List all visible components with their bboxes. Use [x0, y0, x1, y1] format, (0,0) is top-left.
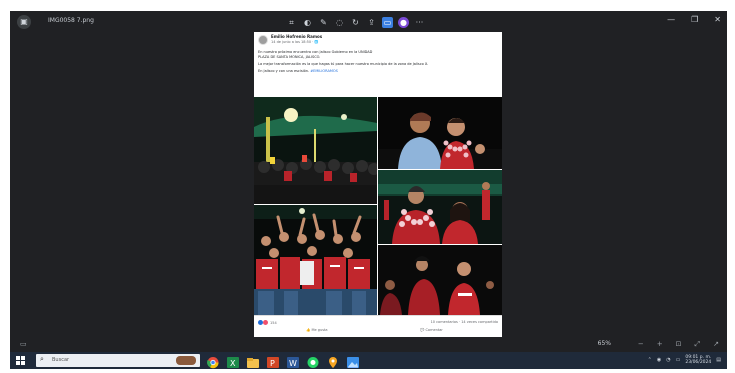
system-tray: ⌃ ◉ ◔ ▭ 09:01 p. m. 23/06/2024 ▤: [648, 355, 721, 365]
volume-icon[interactable]: ◔: [666, 357, 670, 363]
photo-night-group: [378, 245, 502, 315]
paint-icon[interactable]: ●: [398, 16, 409, 28]
zoom-in-icon[interactable]: +: [657, 340, 663, 349]
title-bar: ▣ IMG0058 7.png ⌗ ◐ ✎ ◌ ↻ ⇪ ▭ ● ··· — ❐ …: [10, 11, 727, 33]
svg-text:W: W: [289, 359, 297, 368]
post-header: Emilio Hofrenio Ramos 14 de junio a las …: [258, 34, 498, 46]
maps-icon[interactable]: [326, 354, 340, 368]
photos-app-taskbar-icon[interactable]: [346, 354, 360, 368]
crop-icon[interactable]: ⌗: [286, 17, 297, 28]
post-line: En nuestro próximo encuentro con Jalisco…: [258, 50, 373, 54]
window-controls: — ❐ ✕: [667, 15, 721, 24]
like-label: Me gusta: [311, 328, 328, 332]
windows-start-icon[interactable]: [16, 356, 25, 365]
facebook-post-screenshot: Emilio Hofrenio Ramos 14 de junio a las …: [254, 32, 502, 337]
whatsapp-icon[interactable]: [306, 354, 320, 368]
fit-to-window-icon[interactable]: ⊡: [676, 340, 682, 349]
viewer-bottom-bar: ▭ 65% − + ⊡ ⤢ ↗: [10, 337, 727, 352]
page-name: Emilio Hofrenio Ramos: [271, 34, 323, 39]
battery-icon[interactable]: ▭: [676, 357, 681, 363]
draw-icon[interactable]: ✎: [318, 17, 329, 28]
love-reaction-icon: [263, 320, 268, 325]
post-date: 14 de junio a las 18:50 · 🌐: [271, 40, 319, 44]
zoom-level[interactable]: 65%: [598, 340, 611, 347]
chevron-up-icon[interactable]: ⌃: [648, 357, 652, 363]
comment-button[interactable]: 💬 Comentar: [420, 328, 443, 332]
zoom-out-icon[interactable]: −: [638, 340, 644, 349]
thumbs-up-icon: 👍: [306, 328, 311, 332]
erase-icon[interactable]: ◌: [334, 17, 345, 28]
svg-text:X: X: [230, 359, 236, 368]
close-icon[interactable]: ✕: [714, 15, 721, 24]
windows-taskbar: ⌕ Buscar X P W ⌃ ◉ ◔ ▭ 09:01 p. m. 23/06…: [10, 352, 727, 369]
clock[interactable]: 09:01 p. m. 23/06/2024: [685, 355, 711, 365]
filmstrip-icon[interactable]: ▭: [20, 340, 27, 348]
more-icon[interactable]: ···: [414, 17, 425, 28]
comment-share-counts[interactable]: 10 comentarios · 14 veces compartido: [431, 320, 498, 324]
photo-group-cheering: [254, 205, 377, 315]
avatar: [258, 35, 268, 45]
adjust-icon[interactable]: ◐: [302, 17, 313, 28]
hashtag-link: #EMILIORAMOS: [310, 69, 338, 73]
chrome-icon[interactable]: [206, 354, 220, 369]
viewer-controls: − + ⊡ ⤢ ↗: [638, 340, 719, 349]
powerpoint-icon[interactable]: P: [266, 354, 280, 368]
photo-rally-crowd: [254, 97, 377, 204]
reaction-summary[interactable]: 154: [258, 320, 277, 325]
file-explorer-icon[interactable]: [246, 354, 260, 368]
photo-viewer-window: ▣ IMG0058 7.png ⌗ ◐ ✎ ◌ ↻ ⇪ ▭ ● ··· — ❐ …: [10, 11, 727, 352]
comment-icon: 💬: [420, 328, 425, 332]
photo-man-woman-red: [378, 170, 502, 244]
search-icon: ⌕: [40, 355, 44, 363]
post-line: La mejor transformación es la que hagas …: [258, 62, 429, 66]
like-button[interactable]: 👍 Me gusta: [306, 328, 328, 332]
word-icon[interactable]: W: [286, 354, 300, 368]
rotate-icon[interactable]: ↻: [350, 17, 361, 28]
post-line: En Jalisco y con una escisión.: [258, 69, 310, 73]
expand-icon[interactable]: ↗: [713, 340, 719, 349]
pinned-apps: X P W: [206, 354, 360, 369]
maximize-icon[interactable]: ❐: [691, 15, 698, 24]
post-actions: 154 10 comentarios · 14 veces compartido…: [254, 315, 502, 338]
network-icon[interactable]: ◉: [657, 357, 661, 363]
notifications-icon[interactable]: ▤: [716, 357, 721, 363]
minimize-icon[interactable]: —: [667, 15, 675, 24]
search-placeholder: Buscar: [52, 357, 70, 363]
folder-icon[interactable]: ▭: [382, 16, 393, 28]
reactions-count: 154: [270, 320, 277, 325]
taskbar-search-input[interactable]: ⌕ Buscar: [36, 354, 200, 367]
window-title: IMG0058 7.png: [48, 17, 94, 24]
share-icon[interactable]: ⇪: [366, 17, 377, 28]
fullscreen-icon[interactable]: ⤢: [695, 340, 701, 349]
excel-icon[interactable]: X: [226, 354, 240, 368]
photos-app-icon[interactable]: ▣: [17, 15, 31, 29]
photo-two-men: [378, 97, 502, 169]
post-body: En nuestro próximo encuentro con Jalisco…: [258, 50, 498, 76]
photo-collage: [254, 97, 502, 315]
edit-toolbar: ⌗ ◐ ✎ ◌ ↻ ⇪ ▭ ● ···: [286, 14, 425, 30]
search-highlight-image: [176, 356, 196, 365]
clock-date: 23/06/2024: [685, 360, 712, 365]
post-line: PLAZA DE SANTA MONICA, JALISCO.: [258, 55, 321, 59]
svg-text:P: P: [270, 359, 275, 368]
comment-label: Comentar: [425, 328, 443, 332]
